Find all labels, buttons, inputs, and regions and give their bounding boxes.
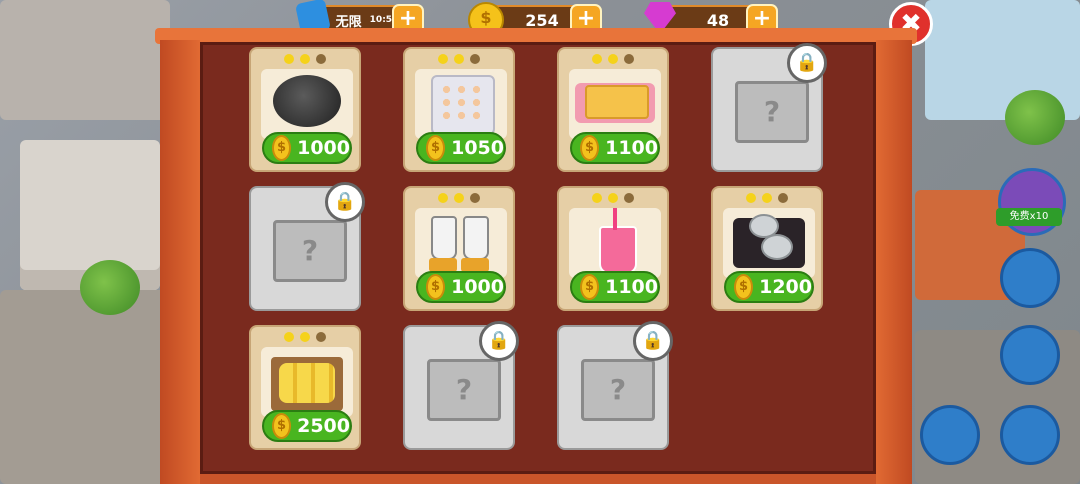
item-image [415,69,507,139]
buy-button[interactable]: $1100 [570,132,660,164]
level-dots [251,54,359,64]
buy-button[interactable]: $1000 [416,271,506,303]
cup-icon [599,226,637,274]
bg-tree [1005,90,1065,145]
coin-icon: $ [580,135,600,161]
blender-icon [463,216,489,260]
price-label: 1100 [605,276,658,298]
shop-button[interactable] [1000,325,1060,385]
item-image [569,208,661,278]
shop-card-locked[interactable]: ? 🔒 [711,43,827,172]
lock-icon: 🔒 [325,182,365,222]
notepad-button[interactable] [920,405,980,465]
item-image [415,208,507,278]
item-image [723,208,815,278]
shop-card-stove-pots[interactable]: $1200 [711,186,823,311]
shop-card-corn-tray[interactable]: $2500 [249,325,361,450]
mystery-box-icon: ? [735,81,809,143]
coin-icon: $ [426,135,446,161]
blender-icon [431,216,457,260]
bg-street [0,290,170,484]
coin-icon: $ [272,413,292,439]
bg-building [0,0,170,120]
item-image [261,69,353,139]
lock-icon: 🔒 [479,321,519,361]
eggs [439,83,483,123]
price-label: 1200 [759,276,812,298]
blender-base [429,258,457,272]
price-label: 1000 [297,137,350,159]
coin-icon: $ [426,274,446,300]
coin-icon: $ [734,274,754,300]
item-image [569,69,661,139]
mystery-box-icon: ? [273,220,347,282]
item-image [261,347,353,417]
blender-base [461,258,489,272]
shop-card-blenders[interactable]: $1000 [403,186,515,311]
level-dots [405,193,513,203]
buy-button[interactable]: $2500 [262,410,352,442]
buy-button[interactable]: $1000 [262,132,352,164]
energy-label: 无限 [335,14,362,30]
lock-icon: 🔒 [633,321,673,361]
heart-button[interactable] [1000,248,1060,308]
shop-card-toast-tray[interactable]: $1100 [557,47,669,172]
level-dots [251,332,359,342]
shop-card-milkshake-cup[interactable]: $1100 [557,186,669,311]
bg-tree [80,260,140,315]
shop-card-locked[interactable]: ? 🔒 [249,182,365,311]
level-dots [559,54,667,64]
toast-icon [585,85,649,119]
price-label: 2500 [297,415,350,437]
lock-icon: 🔒 [787,43,827,83]
pot-icon [761,234,793,260]
coin-icon: $ [580,274,600,300]
shop-frame-right [876,40,912,484]
shop-card-pancake-griddle[interactable]: $1000 [249,47,361,172]
corn-icon [279,363,335,403]
buy-button[interactable]: $1200 [724,271,814,303]
free-video-label: 免费x10 [996,208,1062,226]
price-label: 1000 [451,276,504,298]
level-dots [559,193,667,203]
shop-card-locked[interactable]: ? 🔒 [403,321,519,450]
buy-button[interactable]: $1050 [416,132,506,164]
mystery-box-icon: ? [581,359,655,421]
griddle-icon [273,75,341,127]
price-label: 1100 [605,137,658,159]
shop-frame-left [160,40,200,484]
level-dots [713,193,821,203]
shop-card-egg-tray[interactable]: $1050 [403,47,515,172]
shop-card-locked[interactable]: ? 🔒 [557,321,673,450]
straw-icon [613,208,617,230]
level-dots [405,54,513,64]
mystery-box-icon: ? [427,359,501,421]
price-label: 1050 [451,137,504,159]
gems-value: 48 [706,10,730,30]
coins-value: 254 [525,10,559,30]
book-button[interactable] [1000,405,1060,465]
buy-button[interactable]: $1100 [570,271,660,303]
coin-icon: $ [272,135,292,161]
